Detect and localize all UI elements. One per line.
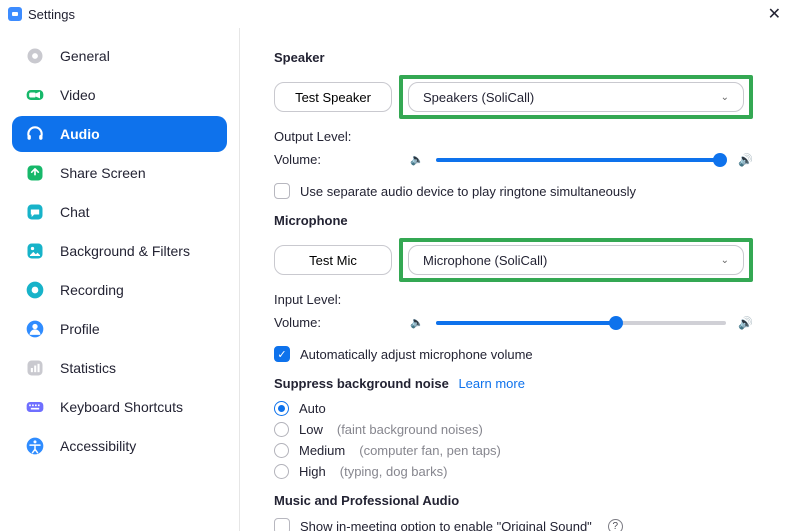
gear-icon: [24, 45, 46, 67]
suppress-option-desc: (computer fan, pen taps): [359, 443, 501, 458]
chevron-down-icon: ⌄: [721, 92, 729, 103]
original-sound-checkbox[interactable]: [274, 518, 290, 531]
mic-device-value: Microphone (SoliCall): [423, 253, 547, 268]
speaker-device-select[interactable]: Speakers (SoliCall) ⌄: [408, 82, 744, 112]
sidebar: General Video Audio Share Screen Chat Ba…: [0, 28, 240, 531]
speaker-loud-icon: 🔊: [738, 316, 753, 330]
suppress-learn-more-link[interactable]: Learn more: [458, 376, 524, 391]
speaker-heading: Speaker: [274, 50, 753, 65]
record-icon: [24, 279, 46, 301]
sidebar-item-statistics[interactable]: Statistics: [12, 350, 227, 386]
auto-adjust-label: Automatically adjust microphone volume: [300, 347, 533, 362]
headphones-icon: [24, 123, 46, 145]
mic-volume-slider[interactable]: [436, 321, 726, 325]
mic-select-highlight: Microphone (SoliCall) ⌄: [399, 238, 753, 282]
sidebar-item-label: Keyboard Shortcuts: [60, 399, 183, 415]
suppress-option-label: High: [299, 464, 326, 479]
sidebar-item-label: Share Screen: [60, 165, 146, 181]
separate-audio-label: Use separate audio device to play ringto…: [300, 184, 636, 199]
suppress-option-auto-radio[interactable]: [274, 401, 289, 416]
mic-device-select[interactable]: Microphone (SoliCall) ⌄: [408, 245, 744, 275]
sidebar-item-profile[interactable]: Profile: [12, 311, 227, 347]
test-speaker-button[interactable]: Test Speaker: [274, 82, 392, 112]
sidebar-item-general[interactable]: General: [12, 38, 227, 74]
profile-icon: [24, 318, 46, 340]
window-title: Settings: [28, 7, 75, 22]
keyboard-icon: [24, 396, 46, 418]
sidebar-item-label: Background & Filters: [60, 243, 190, 259]
sidebar-item-audio[interactable]: Audio: [12, 116, 227, 152]
bg-icon: [24, 240, 46, 262]
speaker-select-highlight: Speakers (SoliCall) ⌄: [399, 75, 753, 119]
speaker-volume-label: Volume:: [274, 152, 404, 167]
sidebar-item-background-filters[interactable]: Background & Filters: [12, 233, 227, 269]
share-icon: [24, 162, 46, 184]
settings-content: Speaker Test Speaker Speakers (SoliCall)…: [240, 28, 791, 531]
separate-audio-checkbox[interactable]: [274, 183, 290, 199]
original-sound-label: Show in-meeting option to enable "Origin…: [300, 519, 592, 531]
suppress-option-desc: (typing, dog barks): [340, 464, 448, 479]
suppress-option-label: Low: [299, 422, 323, 437]
sidebar-item-chat[interactable]: Chat: [12, 194, 227, 230]
speaker-device-value: Speakers (SoliCall): [423, 90, 534, 105]
output-level-label: Output Level:: [274, 129, 404, 144]
access-icon: [24, 435, 46, 457]
sidebar-item-label: Chat: [60, 204, 90, 220]
video-icon: [24, 84, 46, 106]
sidebar-item-recording[interactable]: Recording: [12, 272, 227, 308]
sidebar-item-share-screen[interactable]: Share Screen: [12, 155, 227, 191]
suppress-option-medium-radio[interactable]: [274, 443, 289, 458]
sidebar-item-label: General: [60, 48, 110, 64]
suppress-option-label: Medium: [299, 443, 345, 458]
auto-adjust-checkbox[interactable]: ✓: [274, 346, 290, 362]
suppress-heading-text: Suppress background noise: [274, 376, 449, 391]
suppress-heading: Suppress background noise Learn more: [274, 376, 753, 391]
speaker-muted-icon: 🔈: [410, 316, 424, 329]
close-icon[interactable]: ✕: [768, 4, 781, 24]
suppress-option-desc: (faint background noises): [337, 422, 483, 437]
sidebar-item-label: Statistics: [60, 360, 116, 376]
speaker-muted-icon: 🔈: [410, 153, 424, 166]
sidebar-item-label: Video: [60, 87, 96, 103]
sidebar-item-label: Profile: [60, 321, 100, 337]
microphone-heading: Microphone: [274, 213, 753, 228]
test-mic-button[interactable]: Test Mic: [274, 245, 392, 275]
suppress-option-low-radio[interactable]: [274, 422, 289, 437]
app-icon: [8, 7, 22, 21]
stats-icon: [24, 357, 46, 379]
chevron-down-icon: ⌄: [721, 255, 729, 266]
mic-volume-label: Volume:: [274, 315, 404, 330]
help-icon[interactable]: ?: [608, 519, 623, 531]
sidebar-item-label: Recording: [60, 282, 124, 298]
sidebar-item-label: Audio: [60, 126, 100, 142]
suppress-option-high-radio[interactable]: [274, 464, 289, 479]
music-heading: Music and Professional Audio: [274, 493, 753, 508]
sidebar-item-accessibility[interactable]: Accessibility: [12, 428, 227, 464]
input-level-label: Input Level:: [274, 292, 404, 307]
speaker-loud-icon: 🔊: [738, 153, 753, 167]
sidebar-item-keyboard-shortcuts[interactable]: Keyboard Shortcuts: [12, 389, 227, 425]
chat-icon: [24, 201, 46, 223]
speaker-volume-slider[interactable]: [436, 158, 726, 162]
sidebar-item-label: Accessibility: [60, 438, 136, 454]
suppress-option-label: Auto: [299, 401, 326, 416]
sidebar-item-video[interactable]: Video: [12, 77, 227, 113]
